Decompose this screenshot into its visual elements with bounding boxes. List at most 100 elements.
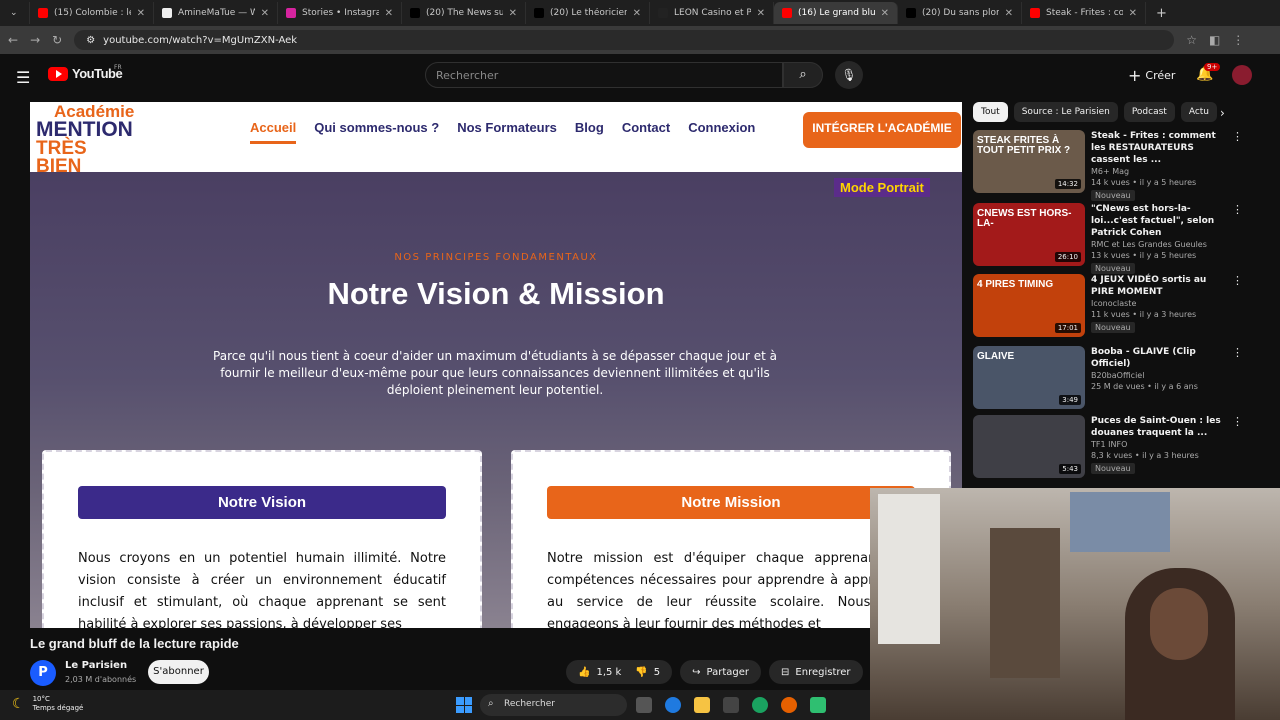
create-button[interactable]: + Créer [1128,66,1175,85]
site-header: Académie MENTION TRÈS BIEN Accueil Qui s… [30,102,962,176]
video-thumbnail[interactable]: STEAK FRITES À TOUT PETIT PRIX ? 14:32 [973,130,1085,193]
browser-tab[interactable]: (20) Du sans plomb ✕ [898,2,1022,24]
browser-menu-icon[interactable]: ⋮ [1232,33,1244,47]
close-icon[interactable]: ✕ [509,8,517,19]
forward-icon[interactable]: → [30,33,40,47]
browser-tab[interactable]: Steak - Frites : comm ✕ [1022,2,1146,24]
recommended-title[interactable]: Steak - Frites : comment les RESTAURATEU… [1091,130,1224,166]
task-view-icon[interactable] [636,697,652,713]
microphone-icon[interactable]: 🎙 [835,61,863,89]
chrome-icon[interactable] [752,697,768,713]
channel-name[interactable]: Le Parisien [65,660,127,671]
recommended-channel[interactable]: B20baOfficiel [1091,370,1224,381]
chip-actu[interactable]: Actu [1180,102,1218,122]
app-icon[interactable] [810,697,826,713]
save-button[interactable]: ⊟ Enregistrer [769,660,863,684]
cta-button: INTÉGRER L'ACADÉMIE [803,112,961,148]
new-tab-button[interactable]: + [1146,6,1177,21]
recommended-title[interactable]: 4 JEUX VIDÉO sortis au PIRE MOMENT [1091,274,1224,298]
browser-tab[interactable]: (20) Le théoricien su ✕ [526,2,650,24]
file-explorer-icon[interactable] [694,697,710,713]
browser-tab[interactable]: AmineMaTue — Wiki ✕ [154,2,278,24]
video-thumbnail[interactable]: CNEWS EST HORS-LA- 26:10 [973,203,1085,266]
weather-widget[interactable]: ☾ 10°C Temps dégagé [12,695,83,713]
recommended-channel[interactable]: M6+ Mag [1091,166,1224,177]
firefox-icon[interactable] [781,697,797,713]
edge-icon[interactable] [665,697,681,713]
close-icon[interactable]: ✕ [1129,8,1137,19]
close-icon[interactable]: ✕ [385,8,393,19]
recommended-video[interactable]: 4 PIRES TIMING 17:01 4 JEUX VIDÉO sortis a… [973,274,1243,338]
chip-tout[interactable]: Tout [973,102,1008,122]
search-input[interactable]: Rechercher [425,62,783,88]
recommended-views: 25 M de vues • il y a 6 ans [1091,382,1198,391]
video-thumbnail[interactable]: 4 PIRES TIMING 17:01 [973,274,1085,337]
back-icon[interactable]: ← [8,33,18,47]
share-button[interactable]: ↪ Partager [680,660,762,684]
recommended-channel[interactable]: TF1 INFO [1091,439,1224,450]
webcam-overlay [870,488,1280,720]
recommended-video[interactable]: GLAIVE 3:49 Booba - GLAIVE (Clip Officiel)… [973,346,1243,410]
video-duration: 14:32 [1054,179,1081,189]
url-field[interactable]: ⚙ youtube.com/watch?v=MgUmZXN-Aek [74,30,1175,50]
video-thumbnail[interactable]: 5:43 [973,415,1085,478]
recommended-title[interactable]: Booba - GLAIVE (Clip Officiel) [1091,346,1224,370]
bookmark-star-icon[interactable]: ☆ [1186,33,1197,47]
recommended-title[interactable]: Puces de Saint-Ouen : les douanes traque… [1091,415,1224,439]
vision-card: Notre Vision Nous croyons en un potentie… [42,450,482,628]
recommended-channel[interactable]: RMC et Les Grandes Gueules [1091,239,1224,250]
more-options-icon[interactable]: ⋮ [1232,415,1243,479]
site-info-icon[interactable]: ⚙ [86,35,95,46]
video-actions: 👍 1,5 k 👎 5 ↪ Partager ⊟ Enregistrer ⤓ [566,660,899,684]
extensions-icon[interactable]: ◧ [1209,33,1220,47]
taskbar-search-label: Rechercher [504,699,555,709]
recommended-video[interactable]: CNEWS EST HORS-LA- 26:10 "CNews est hors-l… [973,203,1243,274]
logo-line: TRÈS BIEN [36,138,87,178]
recommended-video[interactable]: 5:43 Puces de Saint-Ouen : les douanes tr… [973,415,1243,479]
tab-title: Steak - Frites : comm [1046,8,1123,18]
search-icon[interactable]: ⌕ [783,62,823,88]
taskbar-search[interactable]: ⌕ Rechercher [480,694,627,716]
video-thumbnail[interactable]: GLAIVE 3:49 [973,346,1085,409]
site-nav: Accueil Qui sommes-nous ? Nos Formateurs… [250,120,755,144]
subscribe-button[interactable]: S'abonner [148,660,209,684]
more-options-icon[interactable]: ⋮ [1232,203,1243,267]
close-icon[interactable]: ✕ [881,8,889,19]
tab-list-icon[interactable]: ⌄ [10,8,18,18]
store-icon[interactable] [723,697,739,713]
browser-tab[interactable]: (16) Le grand blu ✕ [774,2,898,24]
browser-tab[interactable]: LEON Casino et Paris ✕ [650,2,774,24]
close-icon[interactable]: ✕ [757,8,765,19]
close-icon[interactable]: ✕ [1005,8,1013,19]
like-button[interactable]: 👍 1,5 k 👎 5 [566,660,673,684]
chip-podcast[interactable]: Podcast [1123,102,1175,122]
video-player[interactable]: Académie MENTION TRÈS BIEN Accueil Qui s… [30,102,962,628]
thumbs-down-icon[interactable]: 👎 [635,667,647,678]
chevron-right-icon[interactable]: › [1220,106,1225,120]
close-icon[interactable]: ✕ [261,8,269,19]
browser-tab[interactable]: (15) Colombie : le ret ✕ [30,2,154,24]
browser-tab[interactable]: (20) The News sur X ✕ [402,2,526,24]
tab-title: AmineMaTue — Wiki [178,8,255,18]
more-options-icon[interactable]: ⋮ [1232,274,1243,338]
reload-icon[interactable]: ↻ [52,33,62,47]
mode-portrait-badge: Mode Portrait [834,178,930,197]
browser-tab[interactable]: ⌄ [0,2,30,24]
tab-favicon-icon [410,8,420,18]
video-duration: 17:01 [1054,323,1081,333]
close-icon[interactable]: ✕ [633,8,641,19]
close-icon[interactable]: ✕ [137,8,145,19]
windows-start-icon[interactable] [456,697,472,713]
more-options-icon[interactable]: ⋮ [1232,130,1243,194]
youtube-logo[interactable]: YouTube FR [48,64,123,81]
hamburger-menu-icon[interactable]: ☰ [16,68,30,87]
channel-avatar[interactable]: P [30,660,56,686]
browser-tab-bar: ⌄ (15) Colombie : le ret✕AmineMaTue — Wi… [0,0,1280,26]
avatar[interactable] [1232,65,1252,85]
recommended-title[interactable]: "CNews est hors-la-loi...c'est factuel",… [1091,203,1224,239]
chip-source[interactable]: Source : Le Parisien [1013,102,1118,122]
browser-tab[interactable]: Stories • Instagram ✕ [278,2,402,24]
recommended-video[interactable]: STEAK FRITES À TOUT PETIT PRIX ? 14:32 Ste… [973,130,1243,201]
recommended-channel[interactable]: Iconoclaste [1091,298,1224,309]
more-options-icon[interactable]: ⋮ [1232,346,1243,410]
